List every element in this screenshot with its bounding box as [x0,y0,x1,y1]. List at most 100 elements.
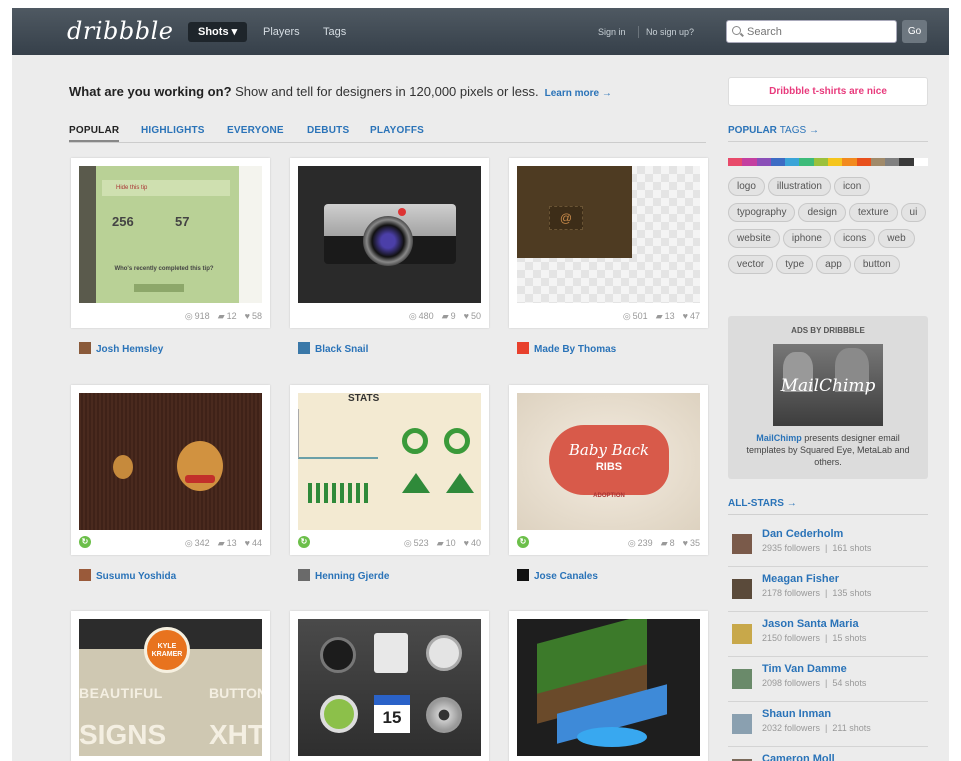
allstars-heading[interactable]: ALL-STARS → [728,498,797,509]
learn-more-link[interactable]: Learn more → [545,88,612,99]
shot-thumbnail[interactable]: @ [517,166,700,303]
tag-button[interactable]: button [853,255,900,274]
shot-author-link[interactable]: Josh Hemsley [79,342,163,355]
shot-thumbnail[interactable]: Hide this tip 256 57 Who's recently comp… [79,166,262,303]
shot-thumbnail[interactable] [298,166,481,303]
allstar-item[interactable]: Tim Van Damme 2098 followers | 54 shots [728,658,928,702]
tag-texture[interactable]: texture [848,203,898,222]
color-swatch[interactable] [728,158,743,166]
tag-app[interactable]: app [816,255,851,274]
tab-playoffs[interactable]: PLAYOFFS [370,125,424,136]
allstar-name[interactable]: Tim Van Damme [762,663,847,675]
nav-players-link[interactable]: Players [263,22,300,42]
rebound-icon[interactable]: ↻ [79,536,91,548]
shot-thumbnail[interactable] [79,393,262,530]
tag-design[interactable]: design [798,203,846,222]
allstar-name[interactable]: Dan Cederholm [762,528,843,540]
color-swatch[interactable] [770,158,786,166]
allstar-name[interactable]: Meagan Fisher [762,573,839,585]
popular-tags-heading[interactable]: POPULAR TAGS → [728,125,819,136]
mailchimp-ad-image[interactable]: MailChimp [773,344,883,426]
sign-in-link[interactable]: Sign in [598,22,626,42]
mailchimp-link[interactable]: MailChimp [756,433,802,443]
shot-author-link[interactable]: Jose Canales [517,569,598,582]
thumb-text: KYLE KRAMER [144,627,190,673]
tag-vector[interactable]: vector [728,255,774,274]
nav-tags-link[interactable]: Tags [323,22,346,42]
tag-type[interactable]: type [776,255,814,274]
shot-card[interactable]: Baby Back RIBS ADOPTION ↻ ◎ 239 ▰ 8 ♥ 35 [509,385,708,555]
shot-author-link[interactable]: Black Snail [298,342,368,355]
tag-typography[interactable]: typography [728,203,796,222]
allstar-name[interactable]: Cameron Moll [762,753,835,761]
allstar-item[interactable]: Cameron Moll [728,748,928,761]
no-signup-link[interactable]: No sign up? [646,22,694,42]
shot-card[interactable]: KYLE KRAMER BEAUTIFUL BUTTON P SIGNS XHT… [71,611,270,761]
color-swatch[interactable] [856,158,871,166]
tag-website[interactable]: website [728,229,780,248]
shot-card[interactable] [509,611,708,761]
color-swatch[interactable] [913,158,928,166]
rebound-icon[interactable]: ↻ [517,536,529,548]
tags-label: TAGS → [779,125,819,136]
allstar-name[interactable]: Shaun Inman [762,708,831,720]
shot-author-link[interactable]: Susumu Yoshida [79,569,176,582]
shot-thumbnail[interactable]: STATS [298,393,481,530]
color-swatch[interactable] [842,158,857,166]
search-input[interactable] [747,21,897,42]
color-swatch[interactable] [885,158,900,166]
allstar-item[interactable]: Dan Cederholm 2935 followers | 161 shots [728,523,928,567]
color-swatch[interactable] [742,158,757,166]
shot-card[interactable]: ↻ ◎ 342 ▰ 13 ♥ 44 [71,385,270,555]
shot-card[interactable]: Hide this tip 256 57 Who's recently comp… [71,158,270,328]
tab-debuts[interactable]: DEBUTS [307,125,349,136]
avatar [79,569,91,581]
shot-card[interactable]: STATS ↻ ◎ 523 ▰ 10 ♥ 40 [290,385,489,555]
allstar-name[interactable]: Jason Santa Maria [762,618,859,630]
shot-author-link[interactable]: Made By Thomas [517,342,616,355]
thumb-text: @ [549,206,583,230]
color-swatches[interactable] [728,158,928,166]
color-swatch[interactable] [799,158,814,166]
tag-iphone[interactable]: iphone [782,229,831,248]
tag-web[interactable]: web [878,229,915,248]
color-swatch[interactable] [870,158,886,166]
tab-everyone[interactable]: EVERYONE [227,125,284,136]
tag-logo[interactable]: logo [728,177,765,196]
tag-illustration[interactable]: illustration [767,177,831,196]
color-swatch[interactable] [827,158,843,166]
color-swatch[interactable] [899,158,914,166]
shot-thumbnail[interactable] [517,619,700,756]
nav-shots-button[interactable]: Shots ▾ [188,22,248,42]
tab-highlights[interactable]: HIGHLIGHTS [141,125,205,136]
tag-icon[interactable]: icon [833,177,871,196]
allstar-item[interactable]: Shaun Inman 2032 followers | 211 shots [728,703,928,747]
thumb-text: 15 [374,695,410,733]
shot-card[interactable]: 15 [290,611,489,761]
shot-author-link[interactable]: Henning Gjerde [298,569,389,582]
color-swatch[interactable] [756,158,771,166]
tshirt-promo-link[interactable]: Dribbble t-shirts are nice [728,77,928,106]
color-swatch[interactable] [813,158,828,166]
tag-ui[interactable]: ui [900,203,927,222]
search-box[interactable] [726,20,897,43]
allstar-item[interactable]: Meagan Fisher 2178 followers | 135 shots [728,568,928,612]
search-go-button[interactable]: Go [902,20,927,43]
tag-icons[interactable]: icons [833,229,876,248]
shot-thumbnail[interactable]: Baby Back RIBS ADOPTION [517,393,700,530]
dribbble-logo[interactable]: dribbble [67,17,173,45]
shot-thumbnail[interactable]: 15 [298,619,481,756]
likes-icon: ♥ [682,311,688,321]
allstar-item[interactable]: Jason Santa Maria 2150 followers | 15 sho… [728,613,928,657]
tab-popular[interactable]: POPULAR [69,125,120,142]
avatar [517,342,529,354]
shot-thumbnail[interactable]: KYLE KRAMER BEAUTIFUL BUTTON P SIGNS XHT… [79,619,262,756]
views-count: 501 [632,311,648,321]
color-swatch[interactable] [785,158,800,166]
rebound-icon[interactable]: ↻ [298,536,310,548]
likes-icon: ♥ [244,311,250,321]
comments-icon: ▰ [217,311,225,321]
shot-card[interactable]: ◎ 480 ▰ 9 ♥ 50 [290,158,489,328]
author-name: Made By Thomas [534,344,617,355]
shot-card[interactable]: @ ◎ 501 ▰ 13 ♥ 47 [509,158,708,328]
